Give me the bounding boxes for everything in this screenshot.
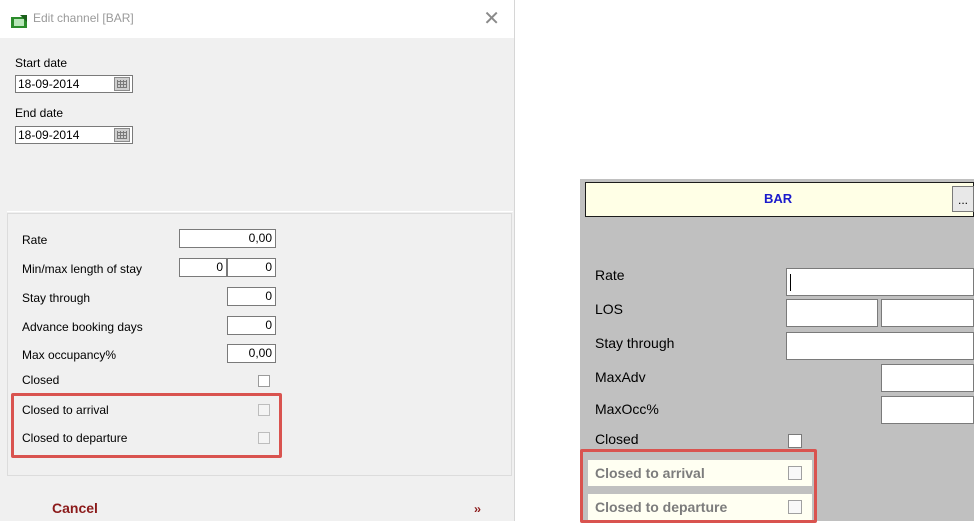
title-bar: Edit channel [BAR] ✕ bbox=[0, 0, 514, 38]
app-icon bbox=[11, 15, 27, 28]
right-max-occ-label: MaxOcc% bbox=[595, 401, 659, 417]
advance-booking-input[interactable]: 0 bbox=[227, 316, 276, 335]
closed-label: Closed bbox=[22, 373, 60, 387]
highlight-box-left bbox=[11, 393, 282, 458]
highlight-box-right bbox=[580, 449, 817, 523]
text-caret bbox=[790, 274, 791, 291]
right-closed-label: Closed bbox=[595, 431, 639, 447]
next-button[interactable]: ›› bbox=[474, 502, 481, 516]
max-occupancy-label: Max occupancy% bbox=[22, 348, 117, 362]
end-date-label: End date bbox=[15, 106, 64, 120]
close-icon[interactable]: ✕ bbox=[483, 8, 500, 28]
calendar-icon[interactable] bbox=[114, 77, 130, 91]
right-max-adv-label: MaxAdv bbox=[595, 369, 646, 385]
max-occupancy-input[interactable]: 0,00 bbox=[227, 344, 276, 363]
right-los-label: LOS bbox=[595, 301, 624, 317]
end-date-value: 18-09-2014 bbox=[18, 128, 80, 142]
los-min-input[interactable]: 0 bbox=[179, 258, 227, 277]
right-rate-label: Rate bbox=[595, 267, 625, 283]
rate-label: Rate bbox=[22, 233, 48, 247]
section-divider bbox=[7, 211, 513, 212]
channel-header-title: BAR bbox=[764, 191, 793, 206]
right-los-min-input[interactable] bbox=[786, 299, 878, 327]
stay-through-label: Stay through bbox=[22, 291, 91, 305]
advance-booking-label: Advance booking days bbox=[22, 320, 143, 334]
los-label: Min/max length of stay bbox=[22, 262, 143, 276]
right-stay-through-label: Stay through bbox=[595, 335, 675, 351]
start-date-value: 18-09-2014 bbox=[18, 77, 80, 91]
right-max-adv-input[interactable] bbox=[881, 364, 974, 392]
los-max-input[interactable]: 0 bbox=[227, 258, 276, 277]
right-max-occ-input[interactable] bbox=[881, 396, 974, 424]
cancel-button[interactable]: Cancel bbox=[52, 500, 98, 516]
start-date-field[interactable]: 18-09-2014 bbox=[15, 75, 133, 93]
start-date-label: Start date bbox=[15, 56, 68, 70]
right-stay-through-input[interactable] bbox=[786, 332, 974, 360]
right-rate-input[interactable] bbox=[786, 268, 974, 296]
stay-through-input[interactable]: 0 bbox=[227, 287, 276, 306]
ellipsis-button[interactable]: ... bbox=[952, 186, 974, 212]
right-closed-checkbox[interactable] bbox=[788, 434, 802, 448]
right-los-max-input[interactable] bbox=[881, 299, 974, 327]
closed-checkbox[interactable] bbox=[258, 375, 270, 387]
rate-input[interactable]: 0,00 bbox=[179, 229, 276, 248]
calendar-icon[interactable] bbox=[114, 128, 130, 142]
end-date-field[interactable]: 18-09-2014 bbox=[15, 126, 133, 144]
dialog-title: Edit channel [BAR] bbox=[33, 11, 134, 25]
